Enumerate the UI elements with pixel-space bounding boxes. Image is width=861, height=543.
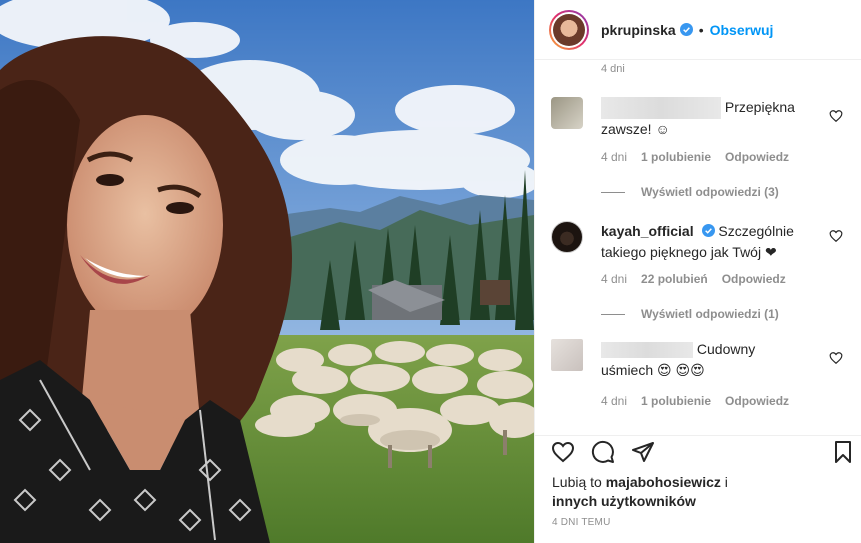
blurred-username [601, 97, 721, 120]
reply-button[interactable]: Odpowiedz [725, 150, 789, 164]
comment-body: Przepiękna zawsze! ☺ [601, 97, 801, 140]
post-actions-bar: Lubią to majabohosiewicz i innych użytko… [535, 435, 861, 543]
comment-time[interactable]: 4 dni [601, 394, 627, 408]
liked-by-others[interactable]: innych użytkowników [552, 493, 696, 509]
bookmark-save-icon[interactable] [831, 440, 855, 464]
liked-by-and: i [724, 474, 728, 490]
post-photo[interactable] [0, 0, 534, 543]
comment-like-heart-icon[interactable] [829, 229, 843, 243]
view-replies-button[interactable]: Wyświetl odpowiedzi (3) [601, 185, 779, 199]
comment-likes[interactable]: 1 polubienie [641, 394, 711, 408]
commenter-avatar[interactable] [551, 339, 583, 371]
follow-button[interactable]: Obserwuj [710, 22, 774, 38]
post-image [0, 0, 534, 543]
liked-by-summary: Lubią to majabohosiewicz i innych użytko… [552, 473, 728, 511]
comment-body: Cudowny uśmiech 😍 😍😍 [601, 339, 806, 381]
comment-meta: 4 dni 22 polubień Odpowiedz [601, 272, 786, 286]
comment-likes[interactable]: 22 polubień [641, 272, 708, 286]
author-avatar[interactable] [549, 9, 589, 50]
comment-like-heart-icon[interactable] [829, 351, 843, 365]
liked-by-prefix: Lubią to [552, 474, 602, 490]
post-timestamp[interactable]: 4 DNI TEMU [552, 517, 611, 528]
blurred-username [601, 342, 693, 359]
comment-likes[interactable]: 1 polubienie [641, 150, 711, 164]
like-heart-icon[interactable] [551, 440, 575, 464]
replies-divider [601, 191, 625, 193]
commenter-username[interactable]: kayah_official [601, 223, 694, 239]
comment-like-heart-icon[interactable] [829, 109, 843, 123]
comment-meta: 4 dni 1 polubienie Odpowiedz [601, 150, 789, 164]
reply-button[interactable]: Odpowiedz [722, 272, 786, 286]
comment-time[interactable]: 4 dni [601, 150, 627, 164]
replies-divider [601, 313, 625, 315]
view-replies-button[interactable]: Wyświetl odpowiedzi (1) [601, 307, 779, 321]
post-header: pkrupinska • Obserwuj [535, 0, 861, 60]
view-replies-label: Wyświetl odpowiedzi (1) [641, 307, 779, 321]
liked-by-user[interactable]: majabohosiewicz [606, 474, 721, 490]
header-separator: • [698, 21, 704, 38]
commenter-avatar[interactable] [551, 97, 583, 129]
post-side-panel: pkrupinska • Obserwuj 4 dni Przepiękna z… [534, 0, 861, 543]
comments-list[interactable]: 4 dni Przepiękna zawsze! ☺ 4 dni 1 polub… [535, 61, 861, 435]
author-username[interactable]: pkrupinska [601, 22, 676, 38]
comment-body: kayah_official Szczególnie takiego piękn… [601, 221, 811, 263]
share-send-icon[interactable] [631, 440, 655, 464]
view-replies-label: Wyświetl odpowiedzi (3) [641, 185, 779, 199]
comment-meta: 4 dni 1 polubienie Odpowiedz [601, 394, 789, 408]
reply-button[interactable]: Odpowiedz [725, 394, 789, 408]
comment-bubble-icon[interactable] [591, 440, 615, 464]
verified-badge-icon [701, 224, 715, 237]
caption-time: 4 dni [601, 63, 625, 75]
commenter-avatar[interactable] [551, 221, 583, 253]
comment-time[interactable]: 4 dni [601, 272, 627, 286]
verified-badge-icon [679, 23, 693, 36]
